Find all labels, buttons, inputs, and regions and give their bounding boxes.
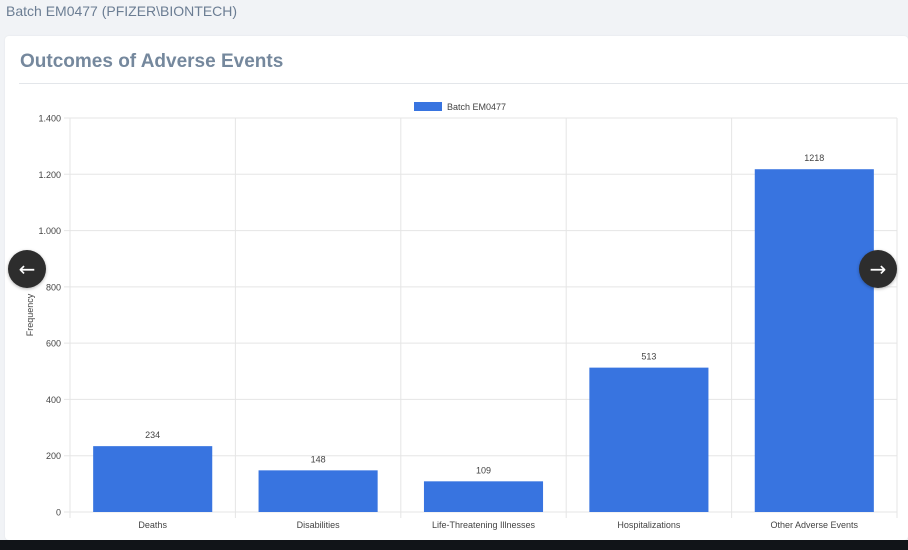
y-tick-label: 800 (46, 282, 61, 292)
data-label: 513 (641, 352, 656, 362)
bottom-bar (0, 540, 908, 550)
data-label: 234 (145, 430, 160, 440)
legend-label: Batch EM0477 (447, 102, 506, 112)
data-label: 1218 (804, 153, 824, 163)
prev-button[interactable]: ← (8, 250, 46, 288)
next-button[interactable]: → (859, 250, 897, 288)
arrow-right-icon: → (869, 257, 887, 281)
bar (754, 169, 874, 512)
y-axis-title: Frequency (25, 293, 35, 336)
y-tick-label: 200 (46, 451, 61, 461)
x-tick-label: Hospitalizations (617, 520, 681, 530)
y-tick-label: 0 (56, 508, 61, 518)
data-label: 109 (476, 465, 491, 475)
y-tick-label: 1.200 (38, 170, 61, 180)
bar-chart: 0 200 400 600 800 1.000 1.200 1.400 Frequency Bat… (25, 102, 898, 530)
data-label: 148 (311, 454, 326, 464)
x-tick-label: Disabilities (297, 520, 341, 530)
y-tick-label: 1.000 (38, 226, 61, 236)
bar (93, 446, 213, 512)
x-tick-label: Other Adverse Events (771, 520, 859, 530)
bar (258, 470, 378, 512)
bar (589, 367, 709, 512)
legend-swatch (414, 102, 442, 111)
arrow-left-icon: ← (18, 257, 36, 281)
y-tick-label: 400 (46, 395, 61, 405)
x-tick-label: Deaths (138, 520, 167, 530)
bar (423, 481, 544, 512)
x-tick-label: Life-Threatening Illnesses (432, 520, 536, 530)
y-tick-label: 600 (46, 339, 61, 349)
y-tick-label: 1.400 (38, 114, 61, 124)
